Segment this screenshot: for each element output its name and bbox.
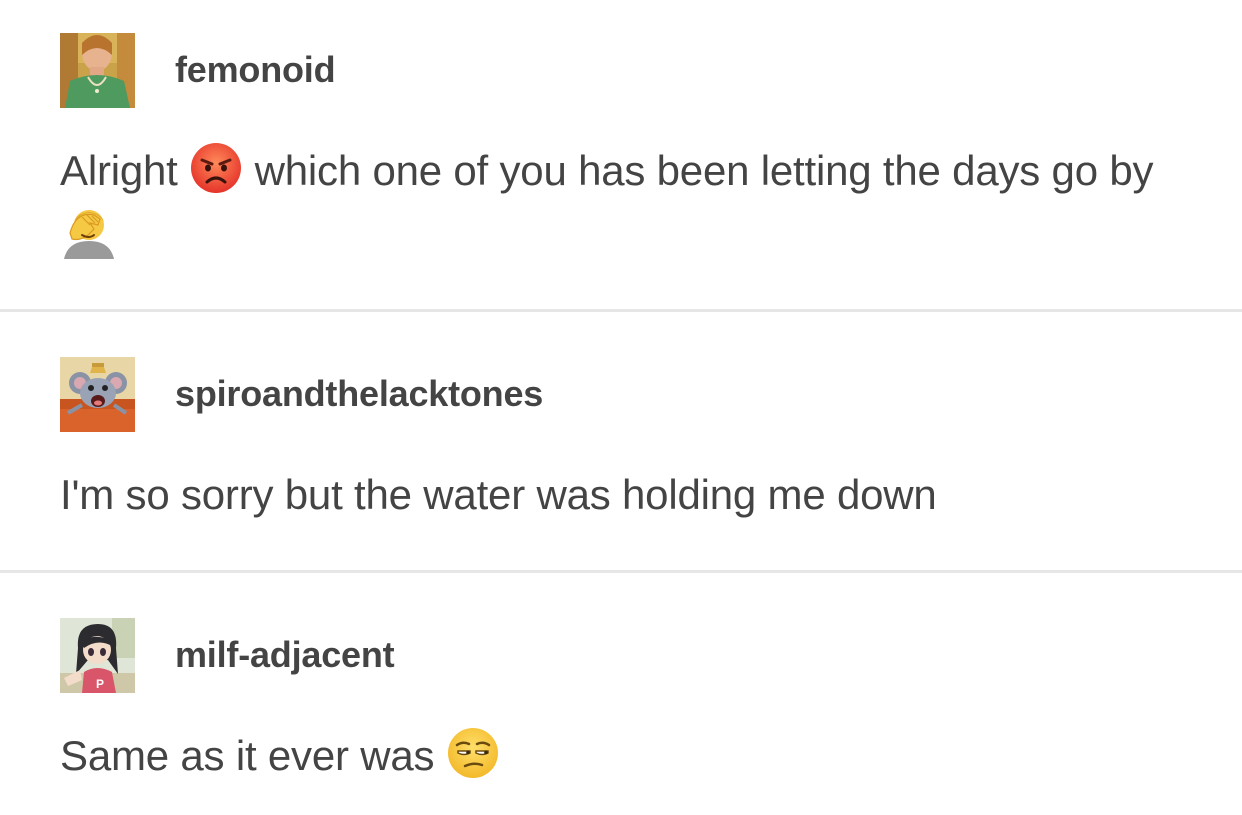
username[interactable]: milf-adjacent: [175, 634, 395, 676]
unamused-face-emoji-icon: [446, 726, 500, 780]
angry-face-emoji-icon: [189, 141, 243, 195]
post-text-segment: Alright: [60, 147, 190, 194]
face-palm-emoji-icon: [60, 205, 114, 259]
divider: [0, 570, 1242, 573]
post-text: I'm so sorry but the water was holding m…: [60, 471, 937, 518]
post-text-segment: Same as it ever was: [60, 732, 446, 779]
svg-text:P: P: [96, 677, 104, 691]
post-text: Same as it ever was: [60, 724, 1200, 788]
avatar[interactable]: [60, 356, 135, 432]
divider: [0, 309, 1242, 312]
avatar[interactable]: [60, 32, 135, 108]
post-header: P milf-adjacent: [60, 617, 395, 693]
post-header: femonoid: [60, 32, 336, 108]
post-text-segment: which one of you has been letting the da…: [243, 147, 1154, 194]
post-text: Alright which one of you has been lettin…: [60, 139, 1200, 267]
avatar[interactable]: P: [60, 617, 135, 693]
username[interactable]: femonoid: [175, 49, 336, 91]
username[interactable]: spiroandthelacktones: [175, 373, 543, 415]
post-header: spiroandthelacktones: [60, 356, 543, 432]
